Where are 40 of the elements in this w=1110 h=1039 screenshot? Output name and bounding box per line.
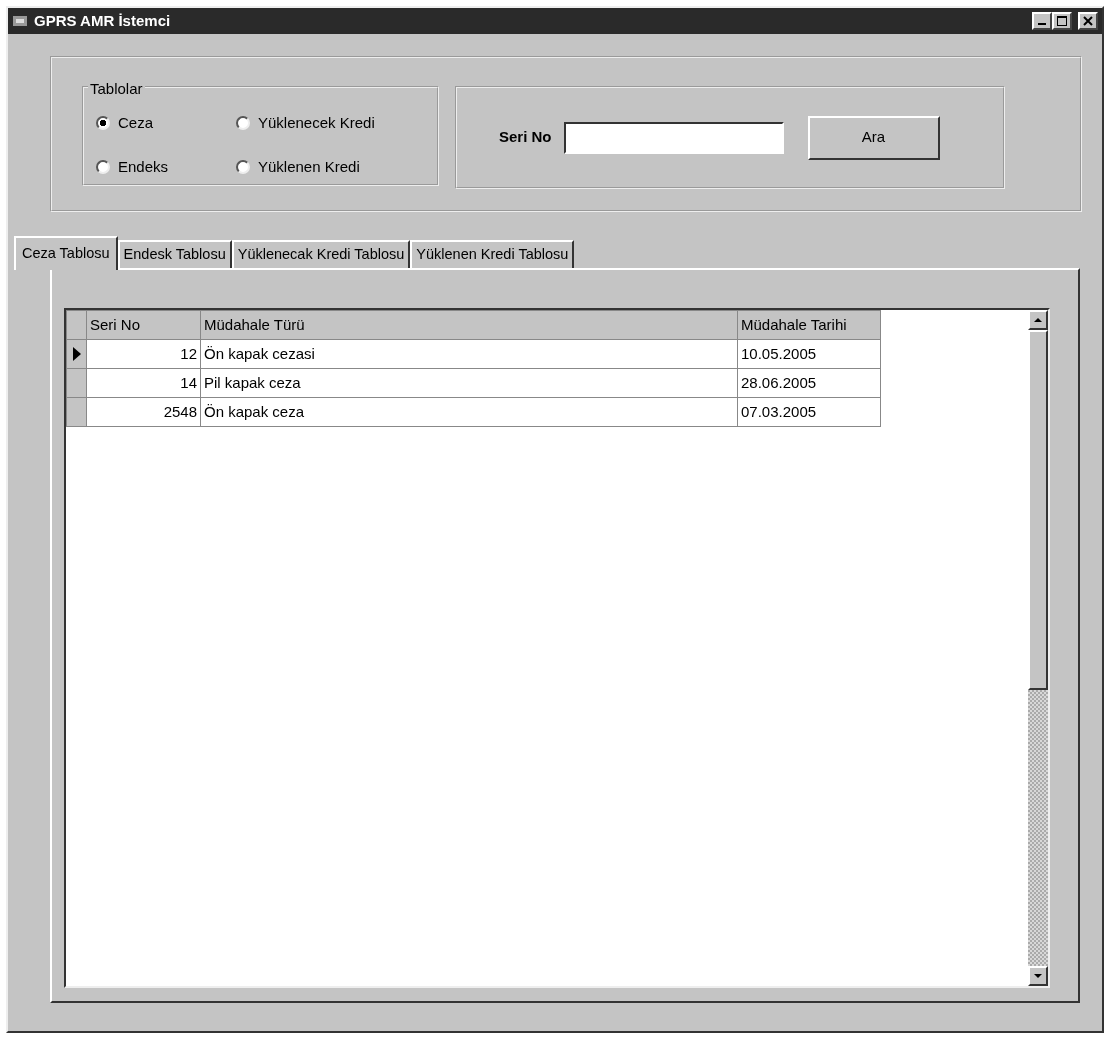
table-cell: Ön kapak ceza: [200, 397, 738, 427]
tab[interactable]: Yüklenecak Kredi Tablosu: [231, 240, 411, 268]
table-cell: 12: [86, 339, 201, 369]
close-button[interactable]: [1078, 12, 1098, 30]
minimize-icon: [1038, 23, 1046, 25]
table-cell: 2548: [86, 397, 201, 427]
row-header-cell: [66, 310, 87, 340]
scroll-down-button[interactable]: [1028, 965, 1048, 986]
table-cell: 10.05.2005: [737, 339, 881, 369]
row-indicator[interactable]: [66, 339, 87, 369]
radio-option[interactable]: Ceza: [96, 106, 236, 140]
table-cell: 07.03.2005: [737, 397, 881, 427]
table-cell: 14: [86, 368, 201, 398]
radio-option[interactable]: Yüklenen Kredi: [236, 150, 436, 184]
column-header[interactable]: Müdahale Türü: [200, 310, 738, 340]
serial-input-field[interactable]: [563, 121, 784, 154]
maximize-icon: [1057, 16, 1067, 26]
radio-option[interactable]: Endeks: [96, 150, 236, 184]
down-arrow-icon: [1034, 972, 1042, 979]
maximize-button[interactable]: [1052, 12, 1072, 30]
scrollbar[interactable]: [1028, 309, 1048, 986]
up-arrow-icon: [1034, 316, 1042, 323]
scroll-thumb[interactable]: [1028, 329, 1048, 690]
scroll-up-button[interactable]: [1028, 309, 1048, 330]
column-header[interactable]: Müdahale Tarihi: [737, 310, 881, 340]
column-header[interactable]: Seri No: [86, 310, 201, 340]
close-icon: [1083, 16, 1093, 26]
table-cell: Pil kapak ceza: [200, 368, 738, 398]
window-title: GPRS AMR İstemci: [34, 10, 171, 31]
current-row-icon: [71, 346, 82, 361]
table-cell: 28.06.2005: [737, 368, 881, 398]
radio-option[interactable]: Yüklenecek Kredi: [236, 106, 436, 140]
table-cell: Ön kapak cezasi: [200, 339, 738, 369]
search-button[interactable]: Ara: [807, 115, 940, 160]
serial-label: Seri No: [499, 127, 552, 148]
app-icon: [12, 13, 28, 29]
tab[interactable]: Yüklenen Kredi Tablosu: [410, 240, 575, 268]
tab[interactable]: Ceza Tablosu: [14, 236, 118, 270]
tab[interactable]: Endesk Tablosu: [117, 240, 232, 268]
minimize-button[interactable]: [1032, 12, 1052, 30]
